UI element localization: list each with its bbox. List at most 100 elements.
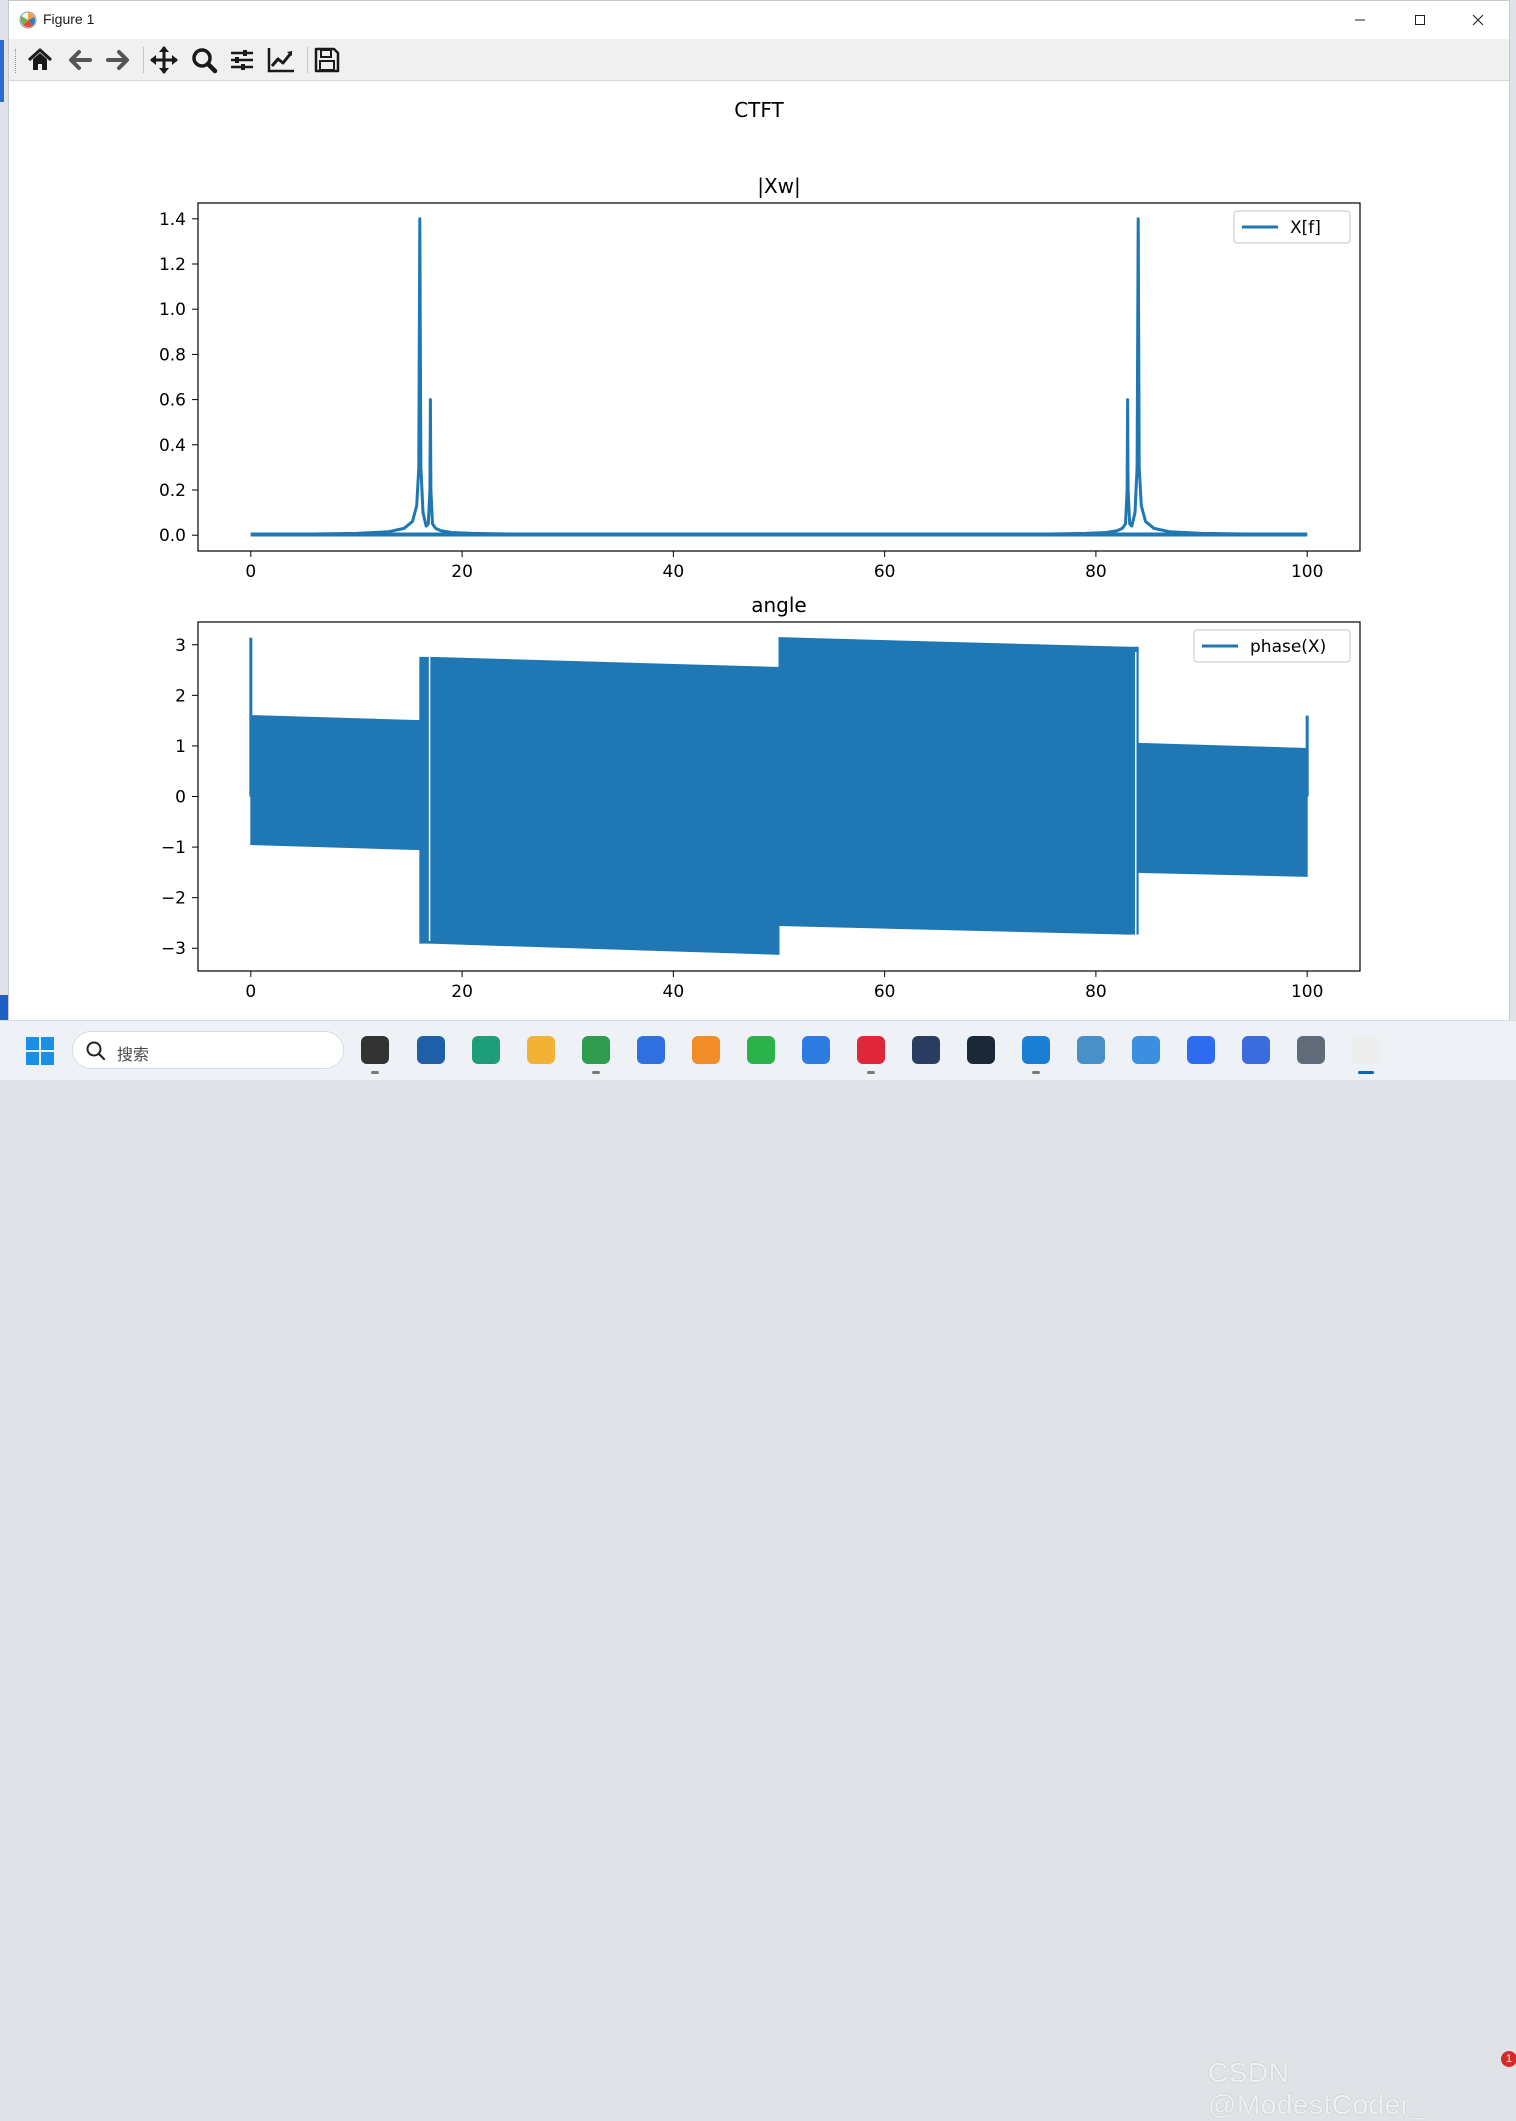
configure-subplots-button[interactable]: [227, 45, 257, 75]
taskbar-search-input[interactable]: 搜索: [72, 1031, 344, 1069]
running-indicator: [592, 1071, 600, 1074]
figure-canvas[interactable]: CTFT |Xw| 0 20 40 60 80 100 0.0 0.2 0.4 0.6 0.8 1.0 1…: [9, 81, 1509, 1021]
notepad-app-icon: [1132, 1036, 1160, 1064]
phase-gap: [1134, 652, 1137, 941]
cat-app-button[interactable]: [909, 1033, 943, 1067]
series-line-xf: [250, 217, 1308, 536]
close-icon: [1472, 14, 1484, 26]
toolbar-separator: [143, 47, 144, 73]
x-tick-label: 0: [245, 982, 256, 1002]
maximize-icon: [1415, 15, 1425, 25]
zoom-button[interactable]: [189, 45, 219, 75]
notification-badge: 1: [1501, 2051, 1516, 2067]
edge-dev-app-button[interactable]: [469, 1033, 503, 1067]
mountain-app-icon: [802, 1036, 830, 1064]
x-tick-label: 40: [663, 982, 685, 1002]
steam-app-button[interactable]: [964, 1033, 998, 1067]
phase-band-segment: [429, 656, 780, 955]
edit-axis-button[interactable]: [266, 45, 296, 75]
x-tick-label: 80: [1085, 562, 1107, 582]
navigation-toolbar: [9, 39, 1509, 81]
back-button[interactable]: [65, 45, 95, 75]
toolbar-separator: [307, 47, 308, 73]
calculator-app-icon: [1297, 1036, 1325, 1064]
calculator-app-button[interactable]: [1294, 1033, 1328, 1067]
axes-title: angle: [751, 593, 807, 617]
chrome-app-button[interactable]: [579, 1033, 613, 1074]
vscode-app-button[interactable]: [1019, 1033, 1053, 1074]
running-indicator: [371, 1071, 379, 1074]
configure-subplots-icon: [231, 50, 253, 70]
y-tick-label: −3: [161, 939, 186, 959]
pan-icon: [150, 46, 178, 74]
y-tick-label: 1: [175, 737, 186, 757]
x-tick-label: 100: [1291, 982, 1323, 1002]
netease-music-app-button[interactable]: [854, 1033, 888, 1074]
y-tick-label: 0.6: [159, 391, 186, 411]
terminal-app-button[interactable]: [358, 1033, 392, 1074]
mountain-app-button[interactable]: [799, 1033, 833, 1067]
save-button[interactable]: [312, 45, 342, 75]
x-tick-label: 80: [1085, 982, 1107, 1002]
y-tick-label: 0.2: [159, 481, 186, 501]
x-tick-label: 40: [663, 562, 685, 582]
legend-label: X[f]: [1290, 218, 1321, 238]
y-tick-label: 1.4: [159, 210, 186, 230]
axes-title: |Xw|: [757, 174, 801, 198]
y-tick-label: 0: [175, 788, 186, 808]
desktop-edge: [0, 40, 4, 102]
pan-button[interactable]: [149, 45, 179, 75]
toolbar-grip: [15, 49, 18, 73]
close-button[interactable]: [1449, 1, 1507, 39]
back-arrow-icon: [69, 50, 92, 70]
y-tick-label: 3: [175, 636, 186, 656]
windows-start-icon[interactable]: [24, 1035, 56, 1067]
baidu-netdisk-app-icon: [637, 1036, 665, 1064]
window-title: Figure 1: [43, 11, 95, 27]
file-explorer-app-icon: [527, 1036, 555, 1064]
box-app-icon: [1242, 1036, 1270, 1064]
minimize-button[interactable]: [1331, 1, 1389, 39]
y-tick-label: 1.0: [159, 300, 186, 320]
magnitude-axes: |Xw| 0 20 40 60 80 100 0.0 0.2 0.4 0.6 0.8 1.0 1.2 1.4…: [159, 174, 1361, 582]
control-panel-app-button[interactable]: [1074, 1033, 1108, 1067]
phase-band-segment: [778, 637, 1129, 935]
box-app-button[interactable]: [1239, 1033, 1273, 1067]
baidu-netdisk-app-button[interactable]: [634, 1033, 668, 1067]
running-indicator: [867, 1071, 875, 1074]
y-tick-label: 2: [175, 686, 186, 706]
lark-app-button[interactable]: [1184, 1033, 1218, 1067]
x-tick-label: 20: [451, 982, 473, 1002]
matplotlib-app-button[interactable]: [1349, 1033, 1383, 1074]
phase-axes: angle 0 20 40 60 80 100 3 2 1 0 −1 −2 −3 phase(X): [161, 593, 1361, 1002]
terminal-app-icon: [361, 1036, 389, 1064]
watermark-text: CSDN @ModestCoder_: [1208, 2057, 1427, 2120]
maximize-button[interactable]: [1391, 1, 1449, 39]
minimize-icon: [1355, 19, 1365, 21]
home-icon: [27, 48, 53, 70]
store-app-button[interactable]: [414, 1033, 448, 1067]
running-indicator: [1032, 1071, 1040, 1074]
zoom-icon: [192, 48, 218, 74]
search-icon: [86, 1041, 106, 1061]
wechat-app-button[interactable]: [744, 1033, 778, 1067]
forward-button[interactable]: [103, 45, 133, 75]
cat-app-icon: [912, 1036, 940, 1064]
paint-app-button[interactable]: [689, 1033, 723, 1067]
notepad-app-button[interactable]: [1129, 1033, 1163, 1067]
forward-arrow-icon: [106, 50, 129, 70]
edit-axis-icon: [267, 48, 294, 73]
title-bar[interactable]: Figure 1: [9, 1, 1509, 39]
matplotlib-app-icon: [1352, 1036, 1380, 1064]
figure-suptitle: CTFT: [734, 98, 784, 122]
x-tick-label: 60: [874, 982, 896, 1002]
chrome-app-icon: [582, 1036, 610, 1064]
taskbar: 搜索 CSDN @ModestCoder_ 1: [0, 1020, 1516, 2120]
home-button[interactable]: [25, 45, 55, 75]
running-indicator: [1358, 1071, 1374, 1074]
plot-canvas: CTFT |Xw|0 20 40 60 80 1000.00.20.40.60.81.01…: [159, 98, 1361, 1002]
phase-gap: [428, 652, 431, 941]
file-explorer-app-button[interactable]: [524, 1033, 558, 1067]
search-placeholder: 搜索: [117, 1045, 150, 1064]
x-tick-label: 60: [874, 562, 896, 582]
